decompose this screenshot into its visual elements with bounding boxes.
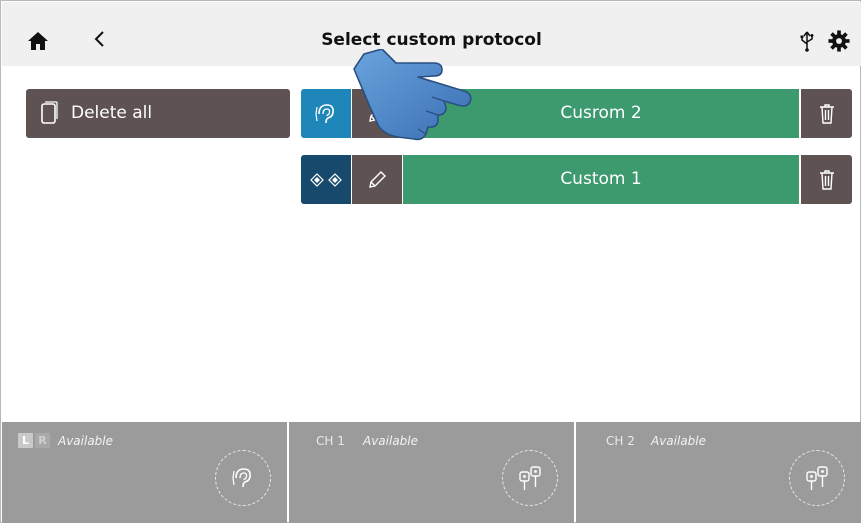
delete-all-button[interactable]: Delete all	[26, 89, 290, 138]
left-channel-badge: L	[18, 433, 33, 448]
footer-panel-ch2[interactable]: CH 2 Available	[576, 422, 861, 523]
footer-panel-headphones[interactable]: L R Available	[2, 422, 287, 523]
pencil-icon	[369, 170, 386, 188]
channel-label: CH 1	[316, 434, 345, 448]
status-text: Available	[363, 434, 419, 448]
binaural-icon	[310, 172, 342, 187]
protocol-type-button[interactable]	[301, 155, 351, 204]
delete-button[interactable]	[801, 155, 852, 204]
protocol-name-button[interactable]: Custom 1	[403, 155, 799, 204]
edit-button[interactable]	[352, 155, 402, 204]
delete-button[interactable]	[801, 89, 852, 138]
channel-label: CH 2	[606, 434, 635, 448]
footer-panel-ch1[interactable]: CH 1 Available	[289, 422, 574, 523]
status-icon-circle	[215, 450, 271, 506]
transducer-icon	[806, 466, 828, 490]
status-icon-circle	[502, 450, 558, 506]
device-status-bar: L R Available CH 1 Available CH 2 Availa…	[2, 422, 861, 523]
ear-icon	[315, 103, 334, 123]
trash-icon	[819, 103, 834, 124]
protocol-row: Custom 1	[301, 155, 852, 204]
status-text: Available	[651, 434, 707, 448]
document-icon	[41, 101, 58, 124]
gear-icon[interactable]	[828, 30, 850, 52]
status-icon-circle	[789, 450, 845, 506]
pointing-hand-icon	[353, 49, 472, 141]
status-text: Available	[58, 434, 114, 448]
ear-icon	[232, 468, 251, 488]
usb-icon	[800, 31, 814, 52]
transducer-icon	[519, 466, 541, 490]
page-title: Select custom protocol	[321, 30, 542, 50]
right-channel-badge: R	[35, 433, 50, 448]
trash-icon	[819, 169, 834, 190]
app-window: Select custom protocol Delete all Cusrom…	[0, 0, 861, 523]
protocol-type-button[interactable]	[301, 89, 351, 138]
delete-all-label: Delete all	[71, 103, 153, 123]
